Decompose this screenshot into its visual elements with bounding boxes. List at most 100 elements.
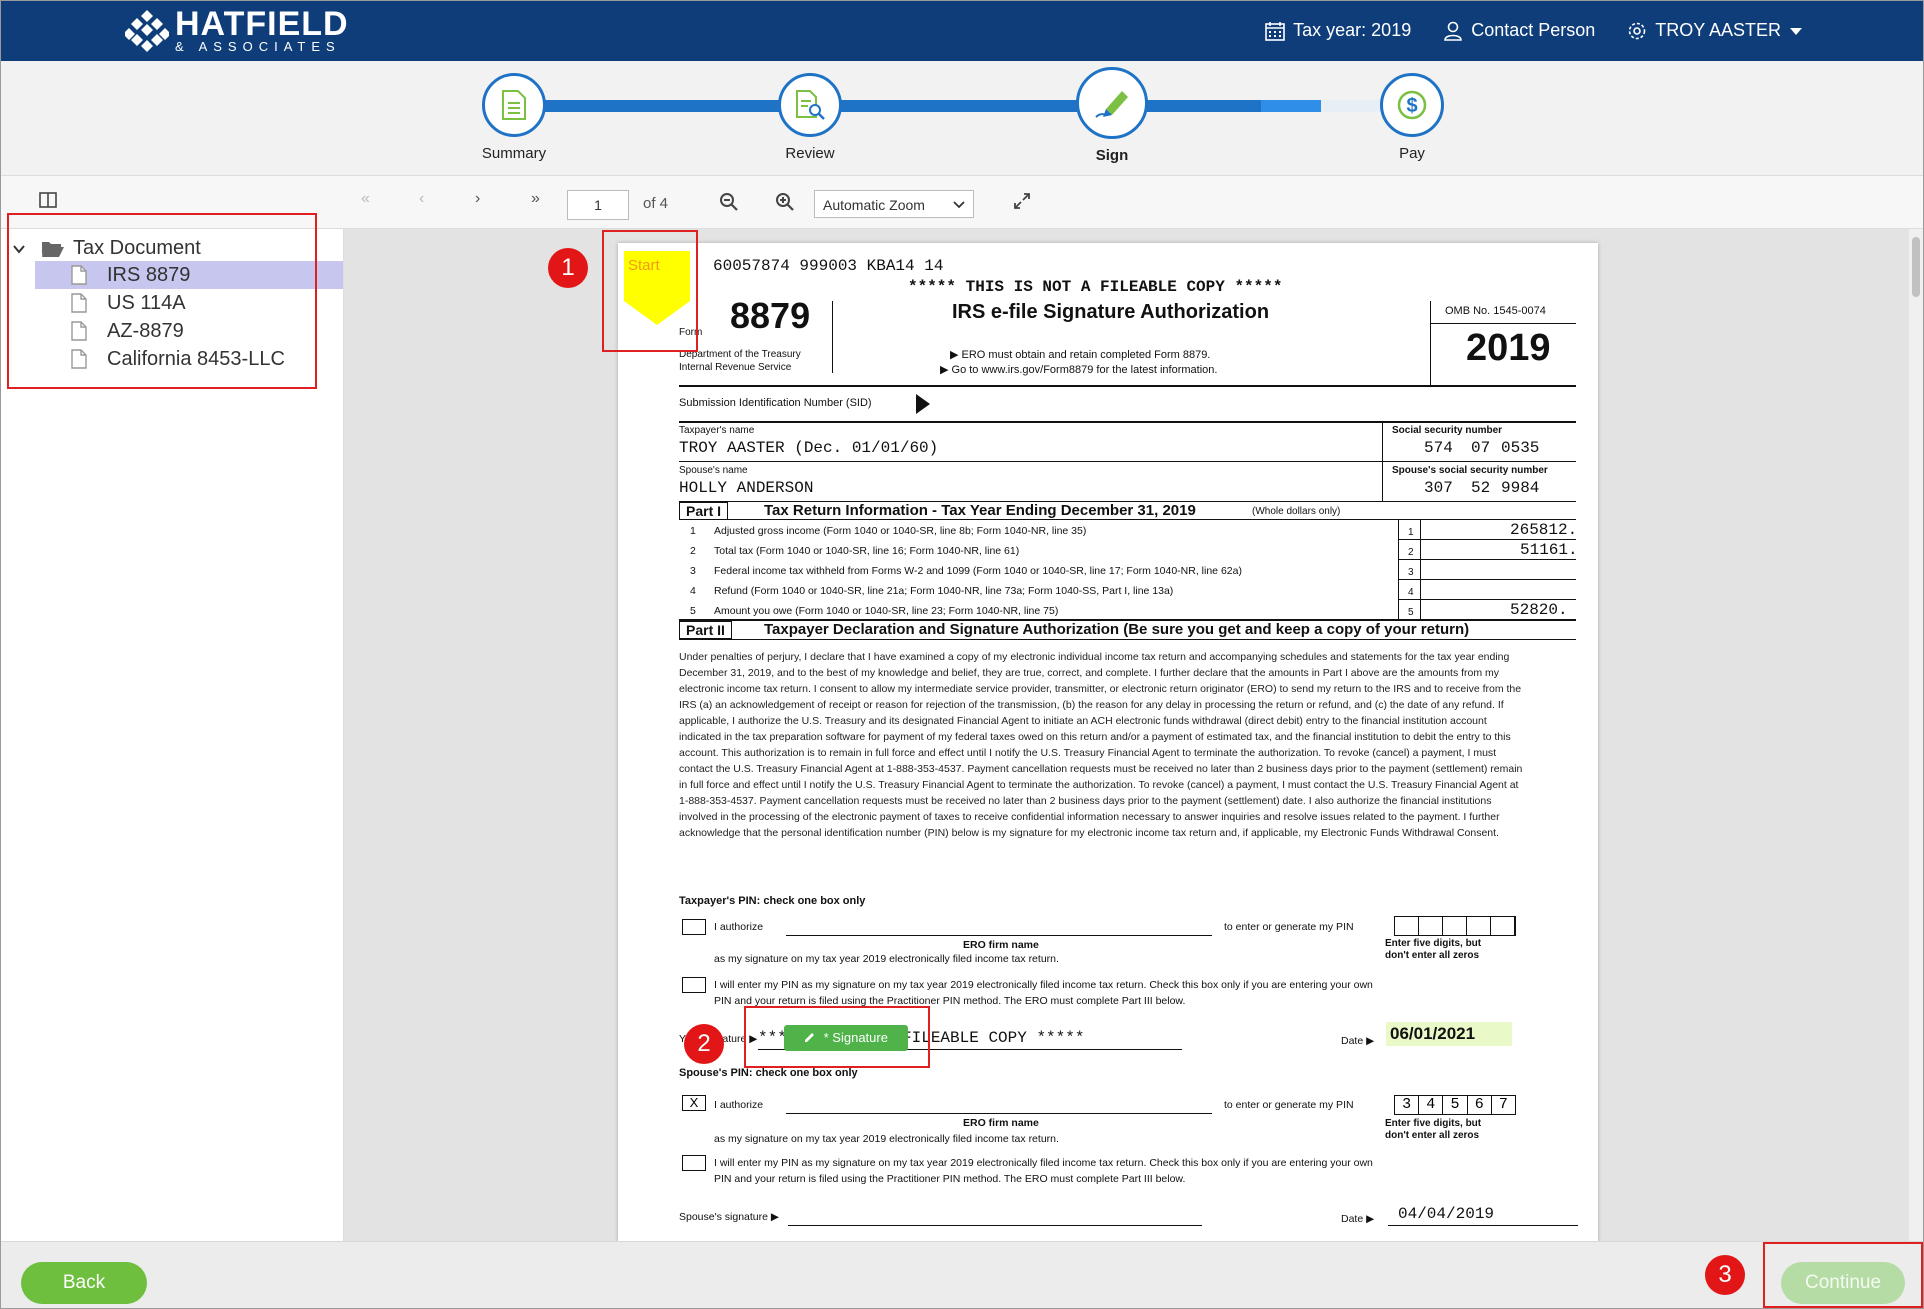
fullscreen-icon[interactable]: [1013, 192, 1031, 210]
step-summary-circle: [482, 73, 546, 137]
rule: [679, 421, 1576, 423]
top-header: HATFIELD & ASSOCIATES Tax year: 2019 Con…: [1, 1, 1923, 61]
part1-tag: Part I: [679, 502, 729, 520]
line-value: 51161.: [1520, 541, 1578, 559]
line-box: 5: [1408, 607, 1414, 618]
line-number: 3: [690, 565, 696, 577]
zoom-select-value: Automatic Zoom: [823, 197, 925, 213]
annotation-box-tree: [7, 213, 317, 389]
logo-subtitle: & ASSOCIATES: [175, 39, 341, 54]
spouse-name: HOLLY ANDERSON: [679, 479, 814, 497]
taxpayer-name: TROY AASTER (Dec. 01/01/60): [679, 439, 939, 457]
rule: [679, 461, 1576, 462]
progress-track-partial: [1261, 100, 1321, 112]
document-tree-sidebar: Tax Document IRS 8879 US 114A AZ-8879 Ca…: [1, 213, 344, 1241]
ssn-part-3: 0535: [1501, 439, 1540, 457]
step-review-circle: [778, 73, 842, 137]
annotation-badge-3: 3: [1705, 1255, 1745, 1295]
line-desc: Total tax (Form 1040 or 1040-SR, line 16…: [714, 545, 1020, 557]
rule: [1398, 599, 1576, 600]
step-sign-label: Sign: [1095, 147, 1129, 164]
zoom-out-icon[interactable]: [719, 192, 739, 212]
user-menu[interactable]: TROY AASTER: [1627, 20, 1803, 41]
footer-bar: Back Continue: [1, 1241, 1923, 1308]
document-icon: [502, 90, 526, 120]
pdf-page: Start 60057874 999003 KBA14 14 ***** THI…: [618, 243, 1598, 1253]
form-header-line: 60057874 999003 KBA14 14: [713, 257, 944, 275]
step-sign[interactable]: Sign: [1071, 67, 1153, 164]
taxpayer-pin-title: Taxpayer's PIN: check one box only: [679, 895, 866, 907]
zoom-select[interactable]: Automatic Zoom: [814, 190, 974, 218]
line-value: 265812.: [1510, 521, 1578, 539]
sid-label: Submission Identification Number (SID): [679, 397, 872, 409]
caret-down-icon: [1790, 27, 1802, 35]
spouse-ssn-part-2: 52: [1471, 479, 1491, 497]
annotation-box-continue: [1763, 1242, 1923, 1308]
page-number-input[interactable]: 1: [567, 190, 629, 220]
viewer-scrollbar-thumb[interactable]: [1912, 237, 1920, 297]
form-number: 8879: [730, 295, 811, 336]
line-desc: Refund (Form 1040 or 1040-SR, line 21a; …: [714, 585, 1174, 597]
next-page-button[interactable]: ›: [475, 190, 480, 208]
rule: [1430, 323, 1576, 324]
step-pay[interactable]: $ Pay: [1371, 73, 1453, 162]
back-button[interactable]: Back: [21, 1262, 147, 1304]
spouse-ssn-part-3: 9984: [1501, 479, 1540, 497]
taxpayer-name-label: Taxpayer's name: [679, 425, 755, 436]
first-page-button[interactable]: «: [361, 190, 370, 208]
ero-note-1: ▶ ERO must obtain and retain completed F…: [950, 349, 1211, 361]
line-value: 52820.: [1510, 601, 1568, 619]
app-window: HATFIELD & ASSOCIATES Tax year: 2019 Con…: [0, 0, 1924, 1309]
dollar-icon: $: [1397, 90, 1427, 120]
document-search-icon: [796, 90, 825, 120]
part2-tag: Part II: [679, 621, 732, 639]
omb-number: OMB No. 1545-0074: [1445, 305, 1546, 317]
sidebar-toggle-icon[interactable]: [39, 192, 57, 208]
step-review[interactable]: Review: [769, 73, 851, 162]
viewer-scrollbar[interactable]: [1909, 229, 1923, 1241]
rule: [679, 519, 1576, 520]
line-number: 5: [690, 605, 696, 617]
not-fileable-banner: ***** THIS IS NOT A FILEABLE COPY *****: [908, 278, 1283, 296]
annotation-box-signature: [744, 1006, 930, 1068]
contact-person-label: Contact Person: [1471, 20, 1596, 40]
last-page-button[interactable]: »: [531, 190, 540, 208]
annotation-badge-2: 2: [684, 1024, 724, 1064]
progress-track-filled: [541, 100, 1261, 112]
part2-title: Taxpayer Declaration and Signature Autho…: [764, 621, 1470, 638]
spouse-ssn-label: Spouse's social security number: [1392, 465, 1548, 476]
step-pay-label: Pay: [1399, 145, 1425, 162]
arrow-right-icon: [916, 394, 930, 414]
rule: [1398, 519, 1399, 619]
line-box: 4: [1408, 587, 1414, 598]
progress-stepper: Summary Review Sign $ Pay: [1, 61, 1923, 176]
ssn-part-2: 07: [1471, 439, 1491, 457]
line-number: 2: [690, 545, 696, 557]
line-desc: Amount you owe (Form 1040 or 1040-SR, li…: [714, 605, 1059, 617]
previous-page-button[interactable]: ‹: [419, 190, 424, 208]
gear-icon: [1628, 22, 1646, 39]
user-name: TROY AASTER: [1655, 20, 1781, 40]
step-review-label: Review: [785, 145, 835, 162]
line-box: 1: [1408, 527, 1414, 538]
pen-sign-icon: [1095, 91, 1128, 118]
logo-mark-icon: [125, 10, 169, 52]
step-summary[interactable]: Summary: [473, 73, 555, 162]
logo: HATFIELD & ASSOCIATES: [125, 5, 349, 54]
step-sign-circle: [1076, 67, 1148, 139]
declaration-text: Under penalties of perjury, I declare th…: [679, 651, 1523, 839]
contact-person-link[interactable]: Contact Person: [1443, 20, 1595, 41]
rule: [1398, 559, 1576, 560]
spouse-ssn-part-1: 307: [1424, 479, 1453, 497]
svg-text:$: $: [1406, 95, 1417, 117]
zoom-in-icon[interactable]: [775, 192, 795, 212]
logo-name: HATFIELD: [175, 5, 349, 43]
annotation-box-start: [602, 230, 698, 352]
line-number: 1: [690, 525, 696, 537]
rule: [1398, 579, 1576, 580]
tax-year-selector[interactable]: Tax year: 2019: [1265, 20, 1411, 41]
annotation-badge-1: 1: [548, 248, 588, 288]
dept-irs: Internal Revenue Service: [679, 362, 792, 373]
line-number: 4: [690, 585, 696, 597]
part1-title: Tax Return Information - Tax Year Ending…: [764, 502, 1196, 519]
